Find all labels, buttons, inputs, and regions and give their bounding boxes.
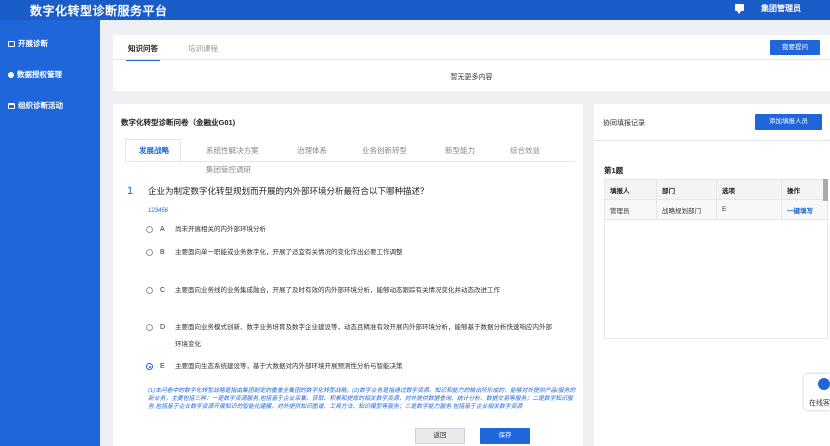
column-header: 选项 — [716, 179, 782, 200]
tab-solution[interactable]: 系统性解决方案 — [206, 145, 259, 156]
sidebar: 开展诊断 数据授权管理 组织诊断活动 — [0, 20, 100, 446]
collab-subtitle: 第1题 — [604, 166, 624, 175]
save-button[interactable]: 保存 — [480, 428, 530, 444]
questionnaire-title: 数字化转型诊断问卷（金融业G01) — [121, 118, 236, 127]
quick-fill-link[interactable]: 一键填写 — [781, 199, 828, 220]
option-b-radio[interactable] — [146, 249, 153, 256]
question-text: 企业为制定数字化转型规划而开展的内外部环境分析最符合以下哪种描述？ — [148, 186, 429, 196]
empty-message: 暂无更多内容 — [450, 74, 493, 81]
sidebar-item-org-activity[interactable]: 组织诊断活动 — [8, 100, 63, 111]
option-e-text[interactable]: 主要面向生态系统建设等，基于大数据对内外部环境开展预测性分析与智能决策 — [175, 358, 555, 375]
option-e-radio[interactable] — [146, 363, 153, 370]
tab-group-control[interactable]: 集团管控调研 — [206, 164, 251, 175]
tab-governance[interactable]: 治理体系 — [297, 145, 327, 156]
collab-divider — [594, 140, 830, 141]
tab-new-capability[interactable]: 新型能力 — [445, 145, 475, 156]
tab-benefits[interactable]: 综合效益 — [510, 145, 540, 156]
column-header: 部门 — [656, 179, 717, 200]
service-avatar-icon — [818, 378, 830, 390]
tab-knowledge-qa[interactable]: 知识问答 — [126, 43, 160, 61]
sidebar-item-label: 开展诊断 — [18, 39, 48, 48]
sidebar-item-diagnosis[interactable]: 开展诊断 — [8, 38, 48, 49]
option-a-text[interactable]: 尚未开展相关的内外部环境分析 — [175, 221, 555, 238]
knowledge-card: 知识问答 培训课程 我要提问 暂无更多内容 — [113, 35, 830, 91]
option-a-radio[interactable] — [146, 226, 153, 233]
ask-question-button[interactable]: 我要提问 — [770, 40, 820, 55]
tab-divider — [113, 59, 830, 60]
tab-training[interactable]: 培训课程 — [188, 43, 218, 54]
sidebar-item-label: 数据授权管理 — [17, 70, 62, 79]
sidebar-item-label: 组织诊断活动 — [18, 101, 63, 110]
question-note: (1)本问卷中的数字化转型战略是指由集团制定的覆盖全集团的数字化转型战略。(2)… — [148, 388, 576, 410]
collab-title: 协同填报记录 — [603, 120, 645, 127]
option-d-text[interactable]: 主要面向业务模式创新、数字业务培育及数字企业建设等，动态且精准有效开展内外部环境… — [175, 319, 555, 353]
table-header-row: 填报人 部门 选项 操作 — [604, 179, 828, 200]
tab-strategy[interactable]: 发展战略 — [139, 145, 169, 156]
option-c-radio[interactable] — [146, 287, 153, 294]
current-user[interactable]: 集团管理员 — [761, 3, 801, 14]
sidebar-item-data-auth[interactable]: 数据授权管理 — [8, 69, 62, 80]
option-c-letter: C — [160, 287, 166, 294]
calendar-icon — [8, 102, 15, 109]
option-b-letter: B — [160, 249, 165, 256]
questionnaire-card: 数字化转型诊断问卷（金融业G01) 发展战略 系统性解决方案 治理体系 业务创新… — [113, 104, 583, 446]
column-header: 填报人 — [604, 179, 657, 200]
option-a-letter: A — [160, 226, 165, 233]
column-header: 操作 — [781, 179, 828, 200]
online-service-widget[interactable]: 在线客服 — [804, 374, 830, 410]
question-number: 1 — [127, 185, 134, 197]
option-c-text[interactable]: 主要面向业务线的业务集成融合，开展了及时有效的内外部环境分析，能够动态跟踪有关情… — [175, 282, 555, 299]
back-button[interactable]: 返回 — [415, 428, 465, 444]
cell-dept: 战略规划部门 — [656, 199, 717, 220]
table-scrollbar[interactable] — [823, 179, 828, 201]
option-d-radio[interactable] — [146, 324, 153, 331]
collab-card: 协同填报记录 添加填报人员 第1题 填报人 部门 选项 操作 管理员 战略规划部… — [594, 104, 830, 446]
option-e-letter: E — [160, 363, 165, 370]
tab-divider — [125, 161, 575, 162]
option-b-text[interactable]: 主要面向单一职能或业务数字化，开展了适宜有关情况的变化作出必要工作调整 — [175, 244, 555, 261]
cell-person: 管理员 — [604, 199, 657, 220]
platform-title: 数字化转型诊断服务平台 — [30, 4, 168, 18]
question-code: 123456 — [148, 208, 169, 214]
service-label: 在线客服 — [809, 400, 830, 407]
pie-chart-icon — [8, 71, 14, 78]
monitor-icon — [8, 40, 15, 47]
tab-business-innovation[interactable]: 业务创新转型 — [362, 145, 407, 156]
cell-option: E — [716, 199, 782, 220]
collab-table: 填报人 部门 选项 操作 管理员 战略规划部门 E 一键填写 — [604, 179, 828, 220]
top-header: 数字化转型诊断服务平台 集团管理员 — [0, 0, 830, 20]
message-icon[interactable] — [735, 4, 744, 14]
table-row: 管理员 战略规划部门 E 一键填写 — [604, 199, 828, 220]
option-d-letter: D — [160, 324, 166, 331]
add-filler-button[interactable]: 添加填报人员 — [755, 114, 822, 130]
